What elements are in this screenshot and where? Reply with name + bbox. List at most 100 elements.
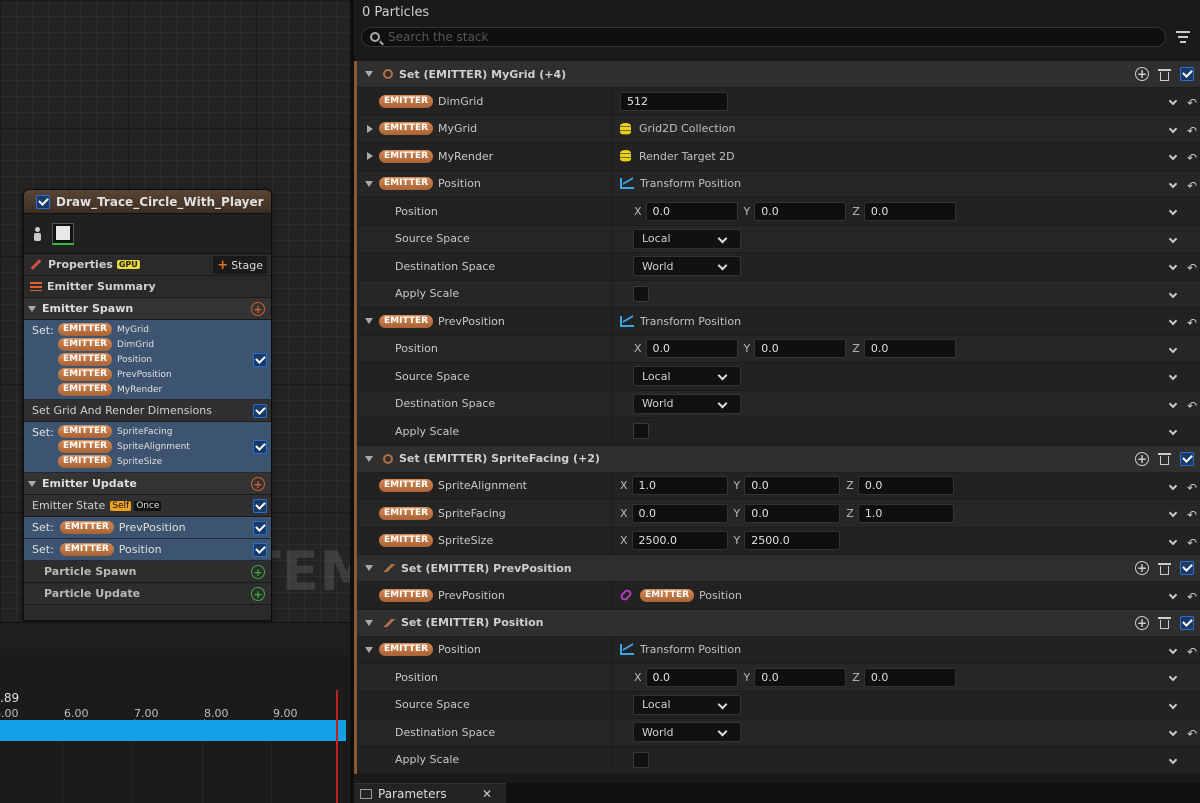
- y-field[interactable]: 0.0: [754, 667, 847, 687]
- collapse-arrow-icon[interactable]: [365, 619, 373, 626]
- add-module-icon[interactable]: +: [251, 477, 265, 491]
- add-icon[interactable]: +: [1135, 451, 1149, 466]
- emitter-thumbnail[interactable]: [52, 222, 74, 245]
- module-enabled-checkbox[interactable]: [1180, 615, 1194, 630]
- reset-icon[interactable]: ↶: [1187, 508, 1197, 522]
- close-icon[interactable]: ✕: [482, 787, 492, 801]
- particle-spawn-section[interactable]: Particle Spawn +: [24, 561, 271, 583]
- tab-parameters[interactable]: Parameters ✕: [354, 783, 506, 803]
- param-value[interactable]: Transform Position: [640, 177, 741, 190]
- emitter-node[interactable]: Draw_Trace_Circle_With_Player Properties…: [23, 189, 272, 621]
- trash-icon[interactable]: [1158, 68, 1171, 81]
- reset-icon[interactable]: ↶: [1187, 261, 1197, 275]
- playhead[interactable]: [336, 690, 338, 803]
- z-field[interactable]: 0.0: [863, 667, 956, 687]
- collapse-arrow-icon[interactable]: [365, 71, 373, 77]
- collapse-arrow-icon[interactable]: [365, 318, 373, 325]
- param-value[interactable]: Transform Position: [640, 315, 741, 328]
- add-icon[interactable]: +: [1135, 615, 1149, 630]
- trash-icon[interactable]: [1158, 616, 1171, 629]
- add-module-icon[interactable]: +: [251, 587, 265, 601]
- module-header-mygrid[interactable]: Set (EMITTER) MyGrid (+4) +: [357, 61, 1200, 88]
- dimgrid-value-field[interactable]: 512: [620, 91, 728, 111]
- z-field[interactable]: 1.0: [857, 503, 954, 523]
- emitter-enabled-checkbox[interactable]: [36, 194, 50, 209]
- reset-icon[interactable]: ↶: [1187, 590, 1197, 604]
- apply-scale-checkbox[interactable]: [633, 751, 649, 768]
- y-field[interactable]: 0.0: [744, 503, 841, 523]
- collapse-arrow-icon[interactable]: [28, 480, 36, 487]
- linked-param[interactable]: Position: [699, 589, 742, 602]
- y-field[interactable]: 0.0: [744, 476, 841, 496]
- y-field[interactable]: 2500.0: [744, 531, 841, 551]
- collapse-arrow-icon[interactable]: [365, 565, 373, 571]
- reset-icon[interactable]: ↶: [1187, 645, 1197, 659]
- spawn-set-module-1[interactable]: Set: EMITTER MyGrid EMITTER DimGrid EMITTE…: [24, 320, 271, 400]
- destination-space-dropdown[interactable]: World: [633, 256, 741, 277]
- update-set-module-1[interactable]: Set: EMITTER PrevPosition: [24, 517, 271, 539]
- destination-space-dropdown[interactable]: World: [633, 722, 741, 743]
- x-field[interactable]: 1.0: [631, 476, 728, 496]
- person-icon[interactable]: [32, 224, 44, 244]
- module-enabled-checkbox[interactable]: [253, 352, 267, 367]
- collapse-arrow-icon[interactable]: [28, 305, 36, 312]
- x-field[interactable]: 2500.0: [631, 531, 728, 551]
- module-enabled-checkbox[interactable]: [253, 521, 267, 535]
- param-value[interactable]: Grid2D Collection: [639, 122, 735, 135]
- param-value[interactable]: Transform Position: [640, 643, 741, 656]
- add-module-icon[interactable]: +: [251, 565, 265, 579]
- trash-icon[interactable]: [1158, 562, 1171, 575]
- source-space-dropdown[interactable]: Local: [633, 694, 741, 715]
- add-icon[interactable]: +: [1135, 67, 1149, 81]
- reset-icon[interactable]: ↶: [1187, 96, 1197, 110]
- properties-row[interactable]: Properties GPU + Stage: [24, 254, 271, 276]
- module-header-prevposition[interactable]: Set (EMITTER) PrevPosition +: [357, 555, 1200, 582]
- z-field[interactable]: 0.0: [863, 201, 956, 221]
- module-enabled-checkbox[interactable]: [1180, 451, 1194, 466]
- x-field[interactable]: 0.0: [631, 503, 728, 523]
- reset-icon[interactable]: ↶: [1187, 151, 1197, 165]
- expand-arrow-icon[interactable]: [367, 152, 373, 161]
- search-input[interactable]: [388, 30, 1088, 44]
- update-set-module-2[interactable]: Set: EMITTER Position: [24, 539, 271, 561]
- module-enabled-checkbox[interactable]: [253, 543, 267, 557]
- spawn-set-module-2[interactable]: Set: EMITTER SpriteFacing EMITTER SpriteAl…: [24, 422, 271, 473]
- collapse-arrow-icon[interactable]: [365, 646, 373, 653]
- reset-icon[interactable]: ↶: [1187, 124, 1197, 138]
- emitter-spawn-section[interactable]: Emitter Spawn +: [24, 298, 271, 320]
- param-value[interactable]: Render Target 2D: [639, 150, 735, 163]
- reset-icon[interactable]: ↶: [1187, 481, 1197, 495]
- apply-scale-checkbox[interactable]: [633, 285, 649, 302]
- emitter-update-section[interactable]: Emitter Update +: [24, 473, 271, 495]
- source-space-dropdown[interactable]: Local: [633, 366, 741, 387]
- y-field[interactable]: 0.0: [754, 339, 847, 359]
- add-stage-button[interactable]: + Stage: [213, 256, 267, 274]
- grid-dims-module[interactable]: Set Grid And Render Dimensions: [24, 400, 271, 422]
- filter-icon[interactable]: [1176, 31, 1190, 43]
- module-header-position[interactable]: Set (EMITTER) Position +: [357, 609, 1200, 637]
- x-field[interactable]: 0.0: [645, 667, 738, 687]
- add-module-icon[interactable]: +: [251, 302, 265, 316]
- particle-update-section[interactable]: Particle Update +: [24, 583, 271, 605]
- x-field[interactable]: 0.0: [645, 339, 738, 359]
- reset-icon[interactable]: ↶: [1187, 316, 1197, 330]
- emitter-summary-row[interactable]: Emitter Summary: [24, 276, 271, 298]
- z-field[interactable]: 0.0: [863, 339, 956, 359]
- add-icon[interactable]: +: [1135, 561, 1149, 575]
- expand-arrow-icon[interactable]: [367, 124, 373, 133]
- emitter-state-module[interactable]: Emitter State Self Once: [24, 495, 271, 517]
- module-enabled-checkbox[interactable]: [1180, 67, 1194, 81]
- collapse-arrow-icon[interactable]: [365, 180, 373, 187]
- source-space-dropdown[interactable]: Local: [633, 228, 741, 249]
- stack-search[interactable]: [361, 27, 1166, 47]
- module-header-spritefacing[interactable]: Set (EMITTER) SpriteFacing (+2) +: [357, 445, 1200, 473]
- reset-icon[interactable]: ↶: [1187, 536, 1197, 550]
- apply-scale-checkbox[interactable]: [633, 423, 649, 440]
- module-enabled-checkbox[interactable]: [253, 404, 267, 418]
- emitter-track-bar[interactable]: [0, 720, 346, 741]
- module-enabled-checkbox[interactable]: [253, 440, 267, 454]
- time-ruler[interactable]: 6.00 6.00 7.00 8.00 9.00: [0, 707, 350, 725]
- z-field[interactable]: 0.0: [857, 476, 954, 496]
- module-enabled-checkbox[interactable]: [253, 499, 267, 513]
- destination-space-dropdown[interactable]: World: [633, 393, 741, 414]
